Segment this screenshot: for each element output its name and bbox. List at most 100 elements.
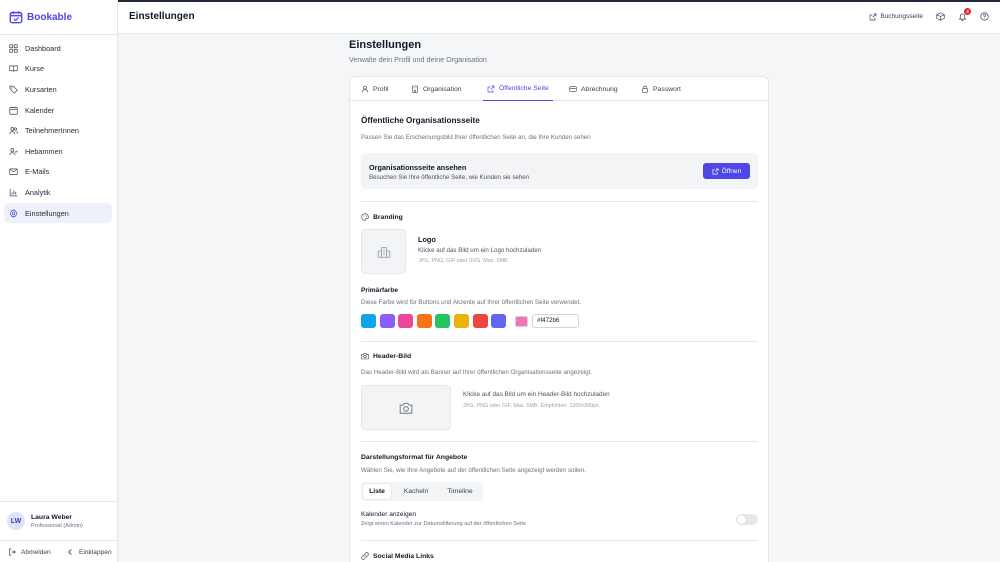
building-icon — [411, 85, 419, 93]
section-divider — [361, 540, 758, 541]
settings-card: Profil Organisation Öffentliche Seite Ab… — [349, 76, 769, 562]
custom-color-picker[interactable] — [515, 316, 528, 327]
format-option-kacheln[interactable]: Kacheln — [395, 484, 437, 499]
camera-icon — [361, 352, 369, 360]
sidebar-item-hebammen[interactable]: Hebammen — [4, 141, 112, 162]
header-image-upload-text: Klicke auf das Bild um ein Header-Bild h… — [463, 391, 610, 398]
view-page-box: Organisationsseite ansehen Besuchen Sie … — [361, 153, 758, 189]
color-swatches — [361, 314, 507, 328]
color-swatch[interactable] — [379, 314, 395, 328]
top-header: Einstellungen Buchungsseite 3 — [118, 0, 1000, 34]
toggle-knob — [737, 515, 746, 524]
collapse-label: Einklappen — [79, 548, 112, 556]
building-icon — [377, 245, 391, 259]
brand-name: Bookable — [27, 11, 73, 23]
calendar-toggle[interactable] — [736, 514, 758, 525]
chart-icon — [9, 188, 18, 197]
color-swatch[interactable] — [416, 314, 432, 328]
logout-label: Abmelden — [21, 548, 51, 556]
header-image-heading: Header-Bild — [361, 352, 411, 360]
grid-icon — [9, 44, 18, 53]
logo-upload[interactable] — [361, 229, 406, 274]
brand[interactable]: Bookable — [9, 9, 72, 25]
sidebar-item-label: Dashboard — [25, 43, 61, 53]
sidebar-item-emails[interactable]: E-Mails — [4, 162, 112, 183]
logo-title: Logo — [418, 235, 436, 244]
help-icon — [980, 12, 989, 21]
user-name: Laura Weber — [31, 514, 73, 521]
calendar-toggle-description: Zeigt einen Kalender zur Datumsfilterung… — [361, 521, 527, 527]
open-public-page-button[interactable]: Öffnen — [703, 163, 750, 179]
color-swatch[interactable] — [453, 314, 469, 328]
tab-profil[interactable]: Profil — [361, 77, 389, 101]
lock-icon — [641, 85, 649, 93]
camera-icon — [399, 401, 413, 415]
hex-color-input[interactable]: #f472b6 — [532, 314, 579, 328]
color-swatch[interactable] — [435, 314, 451, 328]
logo-hint: JPG, PNG, GIF oder SVG. Max. 5MB — [418, 258, 508, 264]
sidebar-item-kurse[interactable]: Kurse — [4, 59, 112, 80]
booking-page-link[interactable]: Buchungsseite — [869, 13, 923, 21]
color-swatch[interactable] — [361, 314, 376, 328]
sidebar-item-kalender[interactable]: Kalender — [4, 100, 112, 121]
public-page-title: Öffentliche Organisationsseite — [361, 116, 480, 125]
sidebar: Bookable Dashboard Kurse Kursarten Kalen… — [0, 0, 118, 562]
header-image-description: Das Header-Bild wird als Banner auf Ihre… — [361, 369, 593, 376]
sidebar-item-label: Einstellungen — [25, 208, 69, 218]
logout-button[interactable]: Abmelden — [8, 548, 51, 556]
sidebar-item-label: TeilnehmerInnen — [25, 126, 79, 136]
sidebar-item-kursarten[interactable]: Kursarten — [4, 79, 112, 100]
tab-abrechnung[interactable]: Abrechnung — [569, 77, 618, 101]
tab-passwort[interactable]: Passwort — [641, 77, 681, 101]
public-page-description: Passen Sie das Erscheinungsbild Ihrer öf… — [361, 134, 591, 141]
sidebar-item-label: Analytik — [25, 187, 51, 197]
header-image-hint: JPG, PNG oder GIF. Max. 5MB. Empfohlen: … — [463, 403, 601, 409]
help-button[interactable] — [980, 12, 989, 21]
calendar-icon — [9, 106, 18, 115]
package-button[interactable] — [936, 12, 945, 21]
header-image-upload[interactable] — [361, 385, 451, 430]
booking-link-label: Buchungsseite — [880, 13, 923, 20]
tab-organisation[interactable]: Organisation — [411, 77, 462, 101]
logo-description: Klicke auf das Bild um ein Logo hochzula… — [418, 247, 542, 254]
avatar: LW — [7, 512, 25, 530]
user-profile[interactable]: LW Laura Weber Professional (Admin) — [0, 501, 118, 539]
sidebar-item-analytik[interactable]: Analytik — [4, 182, 112, 203]
sidebar-item-label: Kurse — [25, 64, 45, 74]
header-title: Einstellungen — [129, 11, 195, 22]
sidebar-nav: Dashboard Kurse Kursarten Kalender Teiln… — [4, 38, 112, 224]
tab-public-page[interactable]: Öffentliche Seite — [483, 77, 553, 101]
format-option-timeline[interactable]: Timeline — [439, 484, 481, 499]
user-check-icon — [9, 147, 18, 156]
color-swatch[interactable] — [398, 314, 414, 328]
page-subtitle: Verwalte dein Profil und deine Organisat… — [349, 55, 487, 64]
color-swatch[interactable] — [491, 314, 507, 328]
notifications-button[interactable]: 3 — [958, 8, 971, 21]
color-swatch[interactable] — [472, 314, 488, 328]
header-image-title: Header-Bild — [373, 352, 412, 360]
external-link-icon — [487, 85, 495, 93]
notification-badge: 3 — [964, 8, 971, 15]
format-option-liste[interactable]: Liste — [363, 484, 391, 499]
sidebar-item-dashboard[interactable]: Dashboard — [4, 38, 112, 59]
primary-color-title: Primärfarbe — [361, 287, 399, 294]
sidebar-divider — [0, 34, 118, 35]
external-link-icon — [869, 13, 877, 21]
collapse-button[interactable]: Einklappen — [66, 548, 112, 556]
sidebar-item-teilnehmerinnen[interactable]: TeilnehmerInnen — [4, 120, 112, 141]
mail-icon — [9, 167, 18, 176]
sidebar-item-einstellungen[interactable]: Einstellungen — [4, 202, 112, 224]
calendar-logo-icon — [9, 10, 23, 24]
sidebar-item-label: E-Mails — [25, 167, 50, 177]
link-icon — [361, 552, 369, 560]
gear-icon — [9, 208, 18, 218]
chevron-left-icon — [66, 548, 74, 556]
settings-tabs: Profil Organisation Öffentliche Seite Ab… — [350, 77, 768, 101]
display-format-description: Wählen Sie, wie Ihre Angebote auf der öf… — [361, 467, 586, 474]
open-button-label: Öffnen — [721, 167, 742, 175]
sidebar-item-label: Kalender — [25, 105, 55, 115]
user-icon — [361, 85, 369, 93]
social-links-heading: Social Media Links — [361, 552, 434, 560]
tab-label: Organisation — [423, 85, 462, 93]
section-divider — [361, 441, 758, 442]
